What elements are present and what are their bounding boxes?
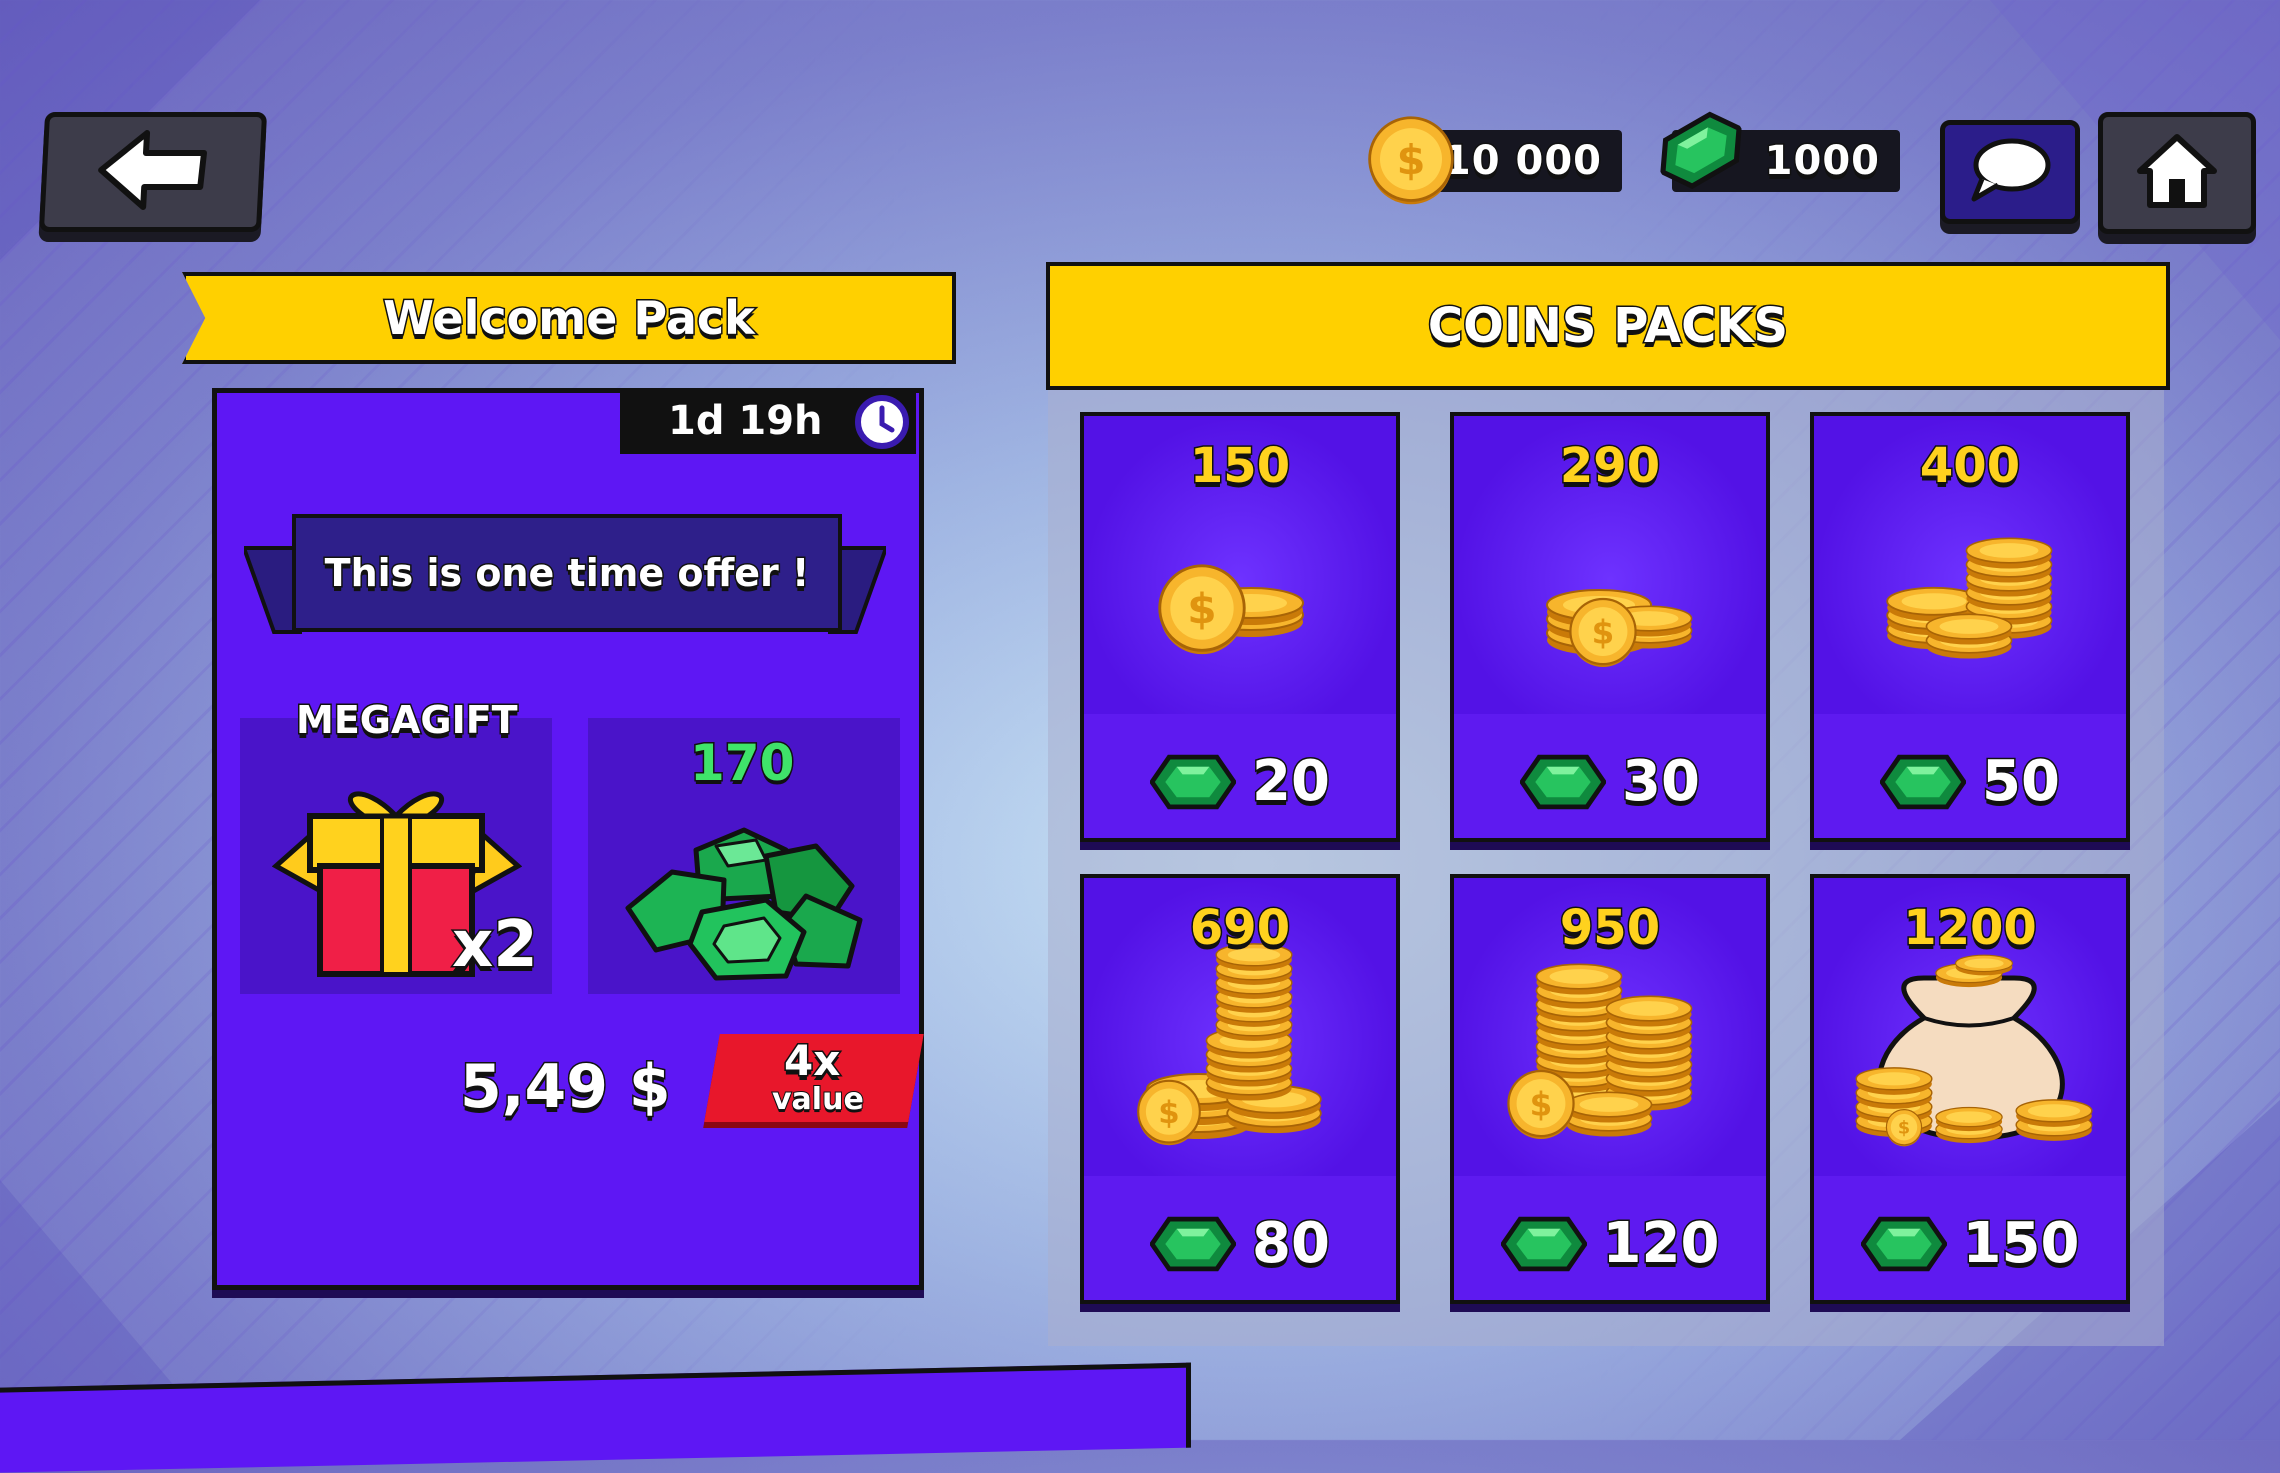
bottom-panel-edge [0,1362,1191,1473]
coins-amount: 10 000 [1441,137,1602,186]
welcome-price[interactable]: 5,49 $ [459,1051,673,1124]
gem-icon [1861,1215,1947,1273]
pack-price[interactable]: 30 [1454,748,1766,816]
coin-pack-2[interactable]: 290 30 [1450,412,1770,842]
coin-icon [1364,114,1458,212]
gem-icon [1150,753,1236,811]
coins-packs-title: COINS PACKS [1426,297,1789,356]
clock-icon [854,394,910,454]
timer-text: 1d 19h [667,397,825,446]
pack-price[interactable]: 80 [1084,1210,1396,1278]
offer-text: This is one time offer ! [323,550,811,597]
pack-gem-cost: 120 [1601,1210,1721,1278]
gems-pile-icon [616,816,872,990]
welcome-title: Welcome Pack [382,290,756,347]
value-tag-bottom: value [771,1081,865,1118]
pack-gem-cost: 50 [1981,748,2062,816]
coin-pack-4[interactable]: 690 80 [1080,874,1400,1304]
pack-gem-cost: 150 [1961,1210,2081,1278]
pack-gem-cost: 80 [1251,1210,1332,1278]
chat-bubble-icon [1968,135,2052,209]
gem-icon [1501,1215,1587,1273]
pack-gem-cost: 30 [1621,748,1702,816]
offer-ribbon: This is one time offer ! [292,514,842,632]
gem-icon [1880,753,1966,811]
gems-amount: 1000 [1763,137,1880,186]
coin-pack-5[interactable]: 950 120 [1450,874,1770,1304]
pack-gem-cost: 20 [1251,748,1332,816]
pack-price[interactable]: 120 [1454,1210,1766,1278]
pack-coin-amount: 400 [1918,437,2021,496]
gift-multiplier: x2 [451,907,540,984]
pack-coin-amount: 950 [1558,899,1661,958]
coin-pack-1[interactable]: 150 20 [1080,412,1400,842]
home-icon [2134,131,2220,215]
pack-price[interactable]: 50 [1814,748,2126,816]
coins-packs-banner: COINS PACKS [1046,262,2170,390]
megagift-label: MEGAGIFT [295,697,520,744]
gem-icon [1150,1215,1236,1273]
offer-timer: 1d 19h [620,388,916,454]
coin-pack-6[interactable]: 1200 150 [1810,874,2130,1304]
pack-coin-amount: 290 [1558,437,1661,496]
value-tag-top: 4x [782,1035,841,1087]
welcome-title-banner: Welcome Pack [182,272,956,364]
pack-coin-amount: 150 [1188,437,1291,496]
arrow-left-icon [91,125,216,219]
chat-button[interactable] [1940,120,2080,224]
pack-coin-amount: 690 [1188,899,1291,958]
pack-coin-amount: 1200 [1902,899,2039,958]
pack-price[interactable]: 20 [1084,748,1396,816]
gems-reward-label: 170 [688,733,795,794]
home-button[interactable] [2098,112,2256,234]
back-button[interactable] [38,112,268,232]
coin-pack-3[interactable]: 400 50 [1810,412,2130,842]
pack-price[interactable]: 150 [1814,1210,2126,1278]
gem-icon [1520,753,1606,811]
